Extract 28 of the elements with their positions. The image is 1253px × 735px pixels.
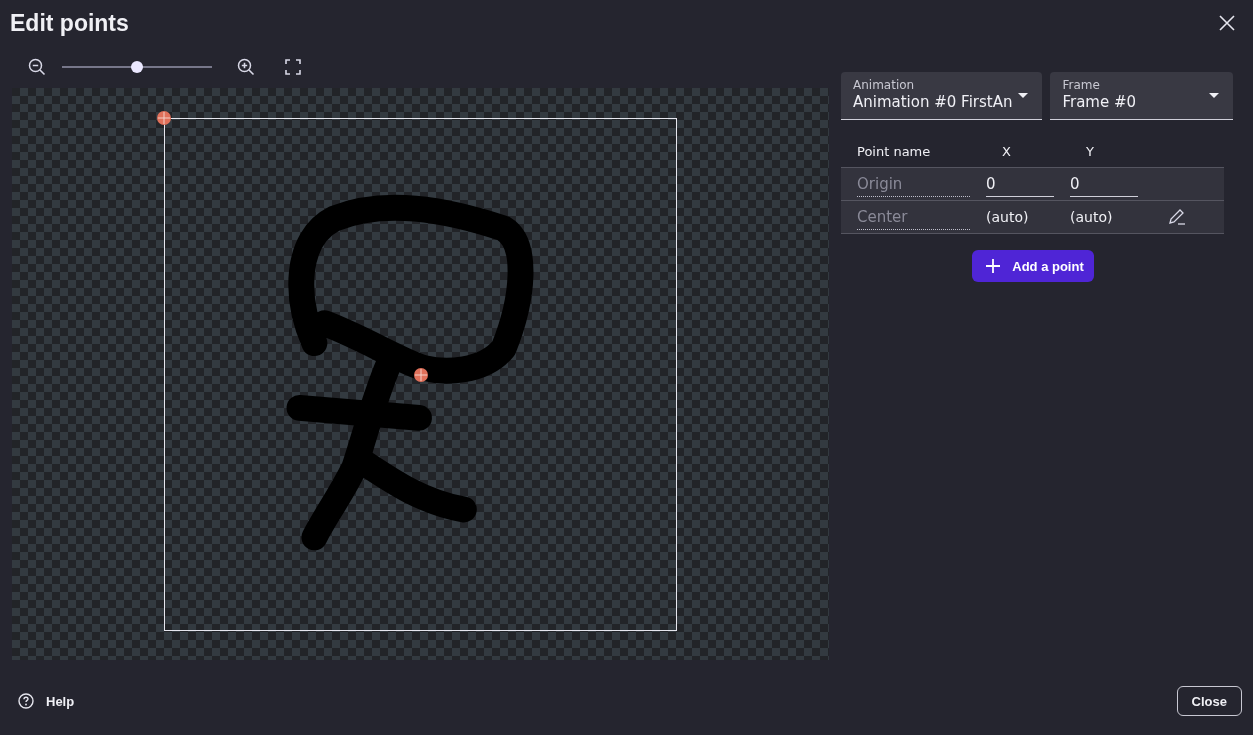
close-icon[interactable] xyxy=(1219,15,1235,31)
zoom-slider[interactable] xyxy=(62,61,212,73)
add-point-button[interactable]: Add a point xyxy=(972,250,1094,282)
zoom-in-icon[interactable] xyxy=(237,58,255,76)
column-header: Point name xyxy=(856,143,932,159)
caret-icon xyxy=(1018,93,1029,98)
point-marker[interactable] xyxy=(157,111,171,125)
column-header: X xyxy=(1001,143,1012,159)
point-marker[interactable] xyxy=(414,368,428,382)
table-cell-text: (auto) xyxy=(1070,209,1114,225)
help-button[interactable]: Help xyxy=(18,693,75,709)
zoom-out-icon[interactable] xyxy=(28,58,46,76)
y-field[interactable]: 0 xyxy=(1070,171,1138,197)
dropdown-field[interactable]: Animation Animation #0 FirstAn xyxy=(841,72,1043,120)
table-cell-text: (auto) xyxy=(986,209,1030,225)
dropdown-field[interactable]: Frame Frame #0 xyxy=(1050,72,1233,120)
x-field[interactable]: 0 xyxy=(986,171,1054,197)
help-icon xyxy=(18,693,34,709)
zoom-slider-thumb[interactable] xyxy=(131,61,143,73)
column-header: Y xyxy=(1085,143,1094,159)
point-name-field[interactable]: Center xyxy=(857,204,970,230)
plus-icon xyxy=(986,259,1001,273)
close-button[interactable]: Close xyxy=(1176,686,1242,716)
caret-icon xyxy=(1209,93,1219,98)
pencil-icon[interactable] xyxy=(1168,208,1186,226)
dialog-title: Edit points xyxy=(10,9,129,37)
fullscreen-icon[interactable] xyxy=(285,59,301,75)
point-name-field[interactable]: Origin xyxy=(857,171,970,197)
